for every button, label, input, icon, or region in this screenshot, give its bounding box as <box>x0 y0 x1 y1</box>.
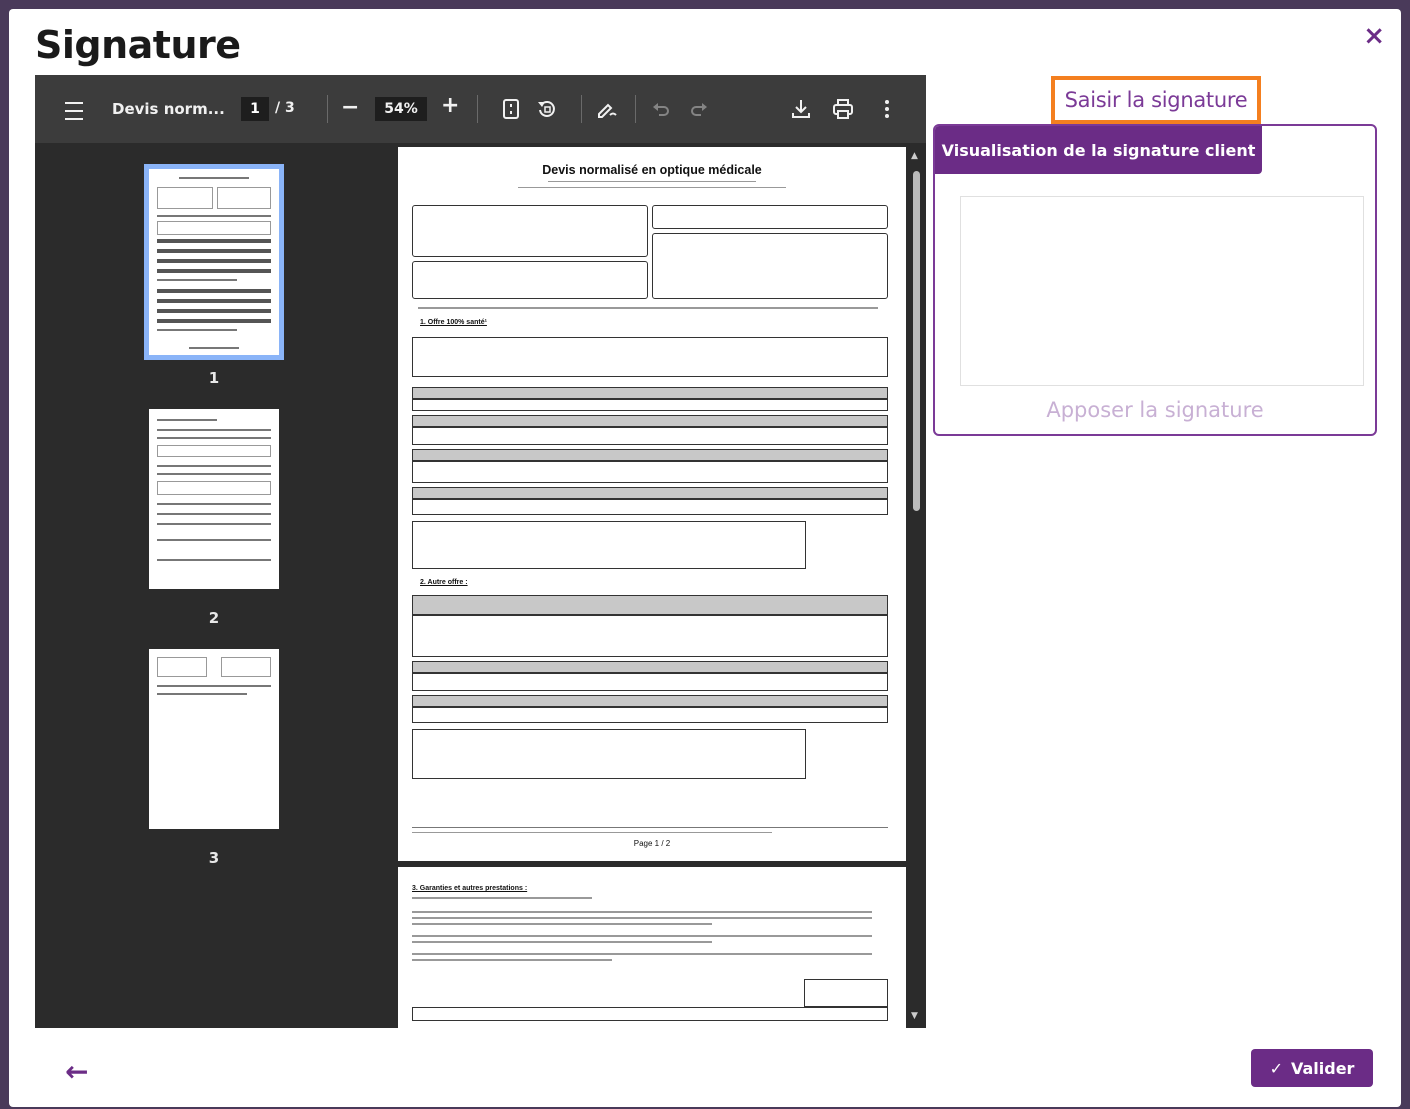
toolbar-divider <box>327 95 328 123</box>
pdf-viewer: Devis norm... 1 / 3 − 54% + 1 2 3 Devis … <box>35 75 926 1028</box>
validate-button[interactable]: ✓ Valider <box>1251 1049 1373 1087</box>
validate-label: Valider <box>1290 1058 1355 1078</box>
check-icon: ✓ <box>1269 1058 1283 1078</box>
zoom-out-button[interactable]: − <box>341 95 359 120</box>
saisir-signature-button[interactable]: Saisir la signature <box>1051 76 1261 124</box>
signature-preview-tab[interactable]: Visualisation de la signature client <box>935 126 1262 174</box>
toolbar-divider <box>581 95 582 123</box>
page-footer: Page 1 / 2 <box>633 839 671 848</box>
signature-preview-area <box>960 196 1364 386</box>
thumbnail-page-1[interactable] <box>144 164 284 360</box>
scrollbar[interactable]: ▲ ▼ <box>910 149 922 1024</box>
zoom-input[interactable]: 54% <box>375 97 427 121</box>
signature-modal: Signature × Devis norm... 1 / 3 − 54% + <box>9 9 1401 1107</box>
menu-icon[interactable] <box>65 99 83 123</box>
rotate-icon[interactable] <box>535 97 559 121</box>
pdf-toolbar: Devis norm... 1 / 3 − 54% + <box>35 75 926 143</box>
download-icon[interactable] <box>789 97 813 121</box>
print-icon[interactable] <box>831 97 855 121</box>
undo-icon[interactable] <box>649 97 673 121</box>
page-total: / 3 <box>275 100 295 116</box>
modal-title: Signature <box>35 23 241 67</box>
toolbar-divider <box>635 95 636 123</box>
zoom-in-button[interactable]: + <box>441 93 459 118</box>
thumbnail-sidebar: 1 2 3 <box>35 143 385 1028</box>
pdf-page-1: Devis normalisé en optique médicale 1. O… <box>398 147 906 861</box>
redo-icon[interactable] <box>687 97 711 121</box>
thumbnail-label: 1 <box>208 369 220 387</box>
section-heading: 3. Garanties et autres prestations : <box>412 885 528 892</box>
back-arrow-icon[interactable]: ← <box>65 1055 88 1088</box>
close-icon[interactable]: × <box>1363 21 1385 51</box>
section-heading: 2. Autre offre : <box>420 579 468 586</box>
pdf-page-2: 3. Garanties et autres prestations : <box>398 867 906 1028</box>
document-name: Devis norm... <box>112 100 225 118</box>
apply-signature-button[interactable]: Apposer la signature <box>935 398 1375 422</box>
fit-page-icon[interactable] <box>499 97 523 121</box>
thumbnail-label: 3 <box>208 849 220 867</box>
thumbnail-label: 2 <box>208 609 220 627</box>
annotate-icon[interactable] <box>595 97 619 121</box>
section-heading: 1. Offre 100% santé¹ <box>420 319 487 326</box>
pdf-pages: Devis normalisé en optique médicale 1. O… <box>385 143 926 1028</box>
document-heading: Devis normalisé en optique médicale <box>542 163 762 177</box>
more-icon[interactable] <box>875 97 899 121</box>
thumbnail-page-2[interactable] <box>149 409 279 589</box>
signature-panel: Visualisation de la signature client App… <box>933 124 1377 436</box>
thumbnail-page-3[interactable] <box>149 649 279 829</box>
toolbar-divider <box>477 95 478 123</box>
page-number-input[interactable]: 1 <box>241 97 269 121</box>
